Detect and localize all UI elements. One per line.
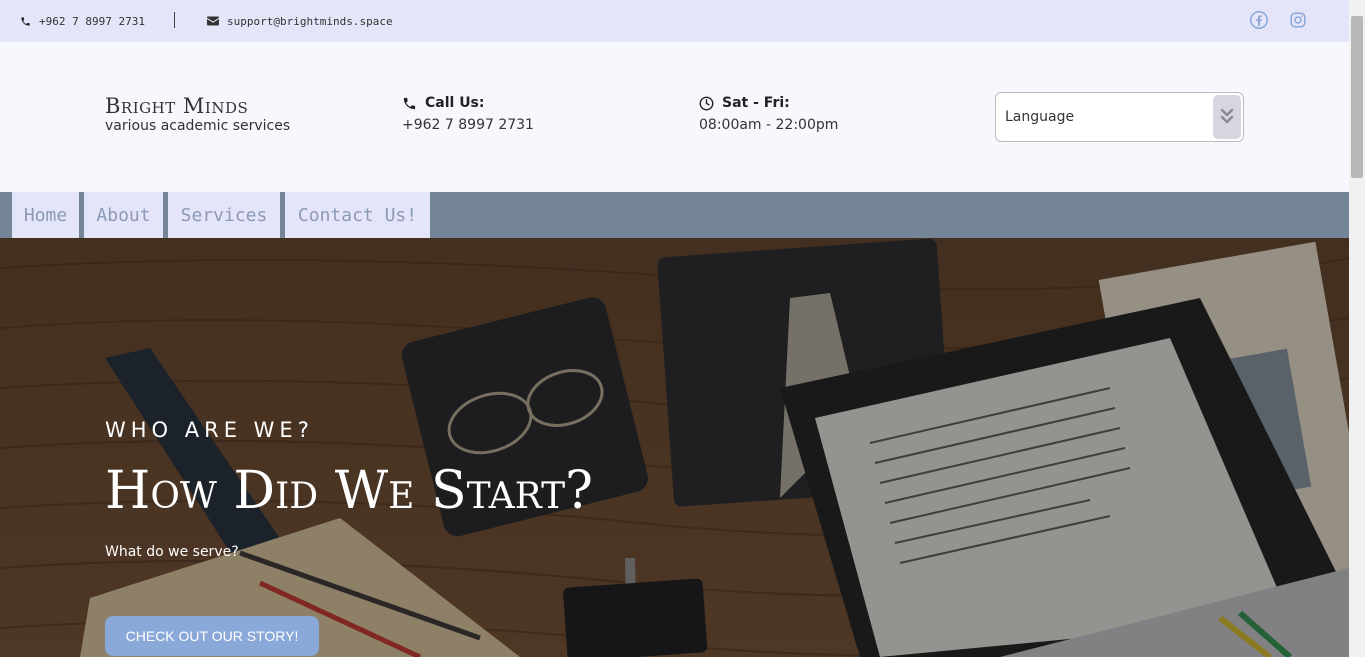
- topbar-phone[interactable]: +962 7 8997 2731: [20, 0, 145, 42]
- site-header: Bright Minds various academic services C…: [0, 42, 1349, 192]
- main-nav: Home About Services Contact Us!: [0, 192, 1349, 238]
- chevron-double-down-icon[interactable]: [1213, 95, 1241, 139]
- brand[interactable]: Bright Minds various academic services: [105, 94, 290, 134]
- nav-item-services[interactable]: Services: [168, 192, 280, 238]
- phone-icon: [403, 97, 416, 109]
- topbar-email-text: support@brightminds.space: [227, 14, 393, 28]
- topbar-email[interactable]: support@brightminds.space: [207, 0, 393, 42]
- clock-icon: [699, 96, 714, 110]
- nav-item-contact[interactable]: Contact Us!: [285, 192, 430, 238]
- hero-subtitle: What do we serve?: [105, 544, 239, 560]
- scrollbar-thumb[interactable]: [1351, 16, 1363, 178]
- call-us-label: Call Us:: [425, 95, 485, 111]
- instagram-icon[interactable]: [1289, 11, 1307, 29]
- topbar-phone-text: +962 7 8997 2731: [39, 14, 145, 28]
- opening-hours: 08:00am - 22:00pm: [699, 117, 839, 133]
- nav-item-home[interactable]: Home: [12, 192, 79, 238]
- envelope-icon: [207, 16, 219, 26]
- language-select[interactable]: Language: [995, 92, 1244, 142]
- brand-subtitle: various academic services: [105, 118, 291, 134]
- hero-eyebrow: WHO ARE WE?: [105, 418, 314, 442]
- hero-overlay: [0, 238, 1349, 657]
- hero-title: How Did We Start?: [105, 461, 593, 521]
- opening-days-label: Sat - Fri:: [722, 95, 790, 111]
- hero-section: WHO ARE WE? How Did We Start? What do we…: [0, 238, 1349, 657]
- opening-hours-block: Sat - Fri: 08:00am - 22:00pm: [699, 94, 838, 134]
- nav-item-about[interactable]: About: [84, 192, 163, 238]
- page-scrollbar[interactable]: [1349, 0, 1365, 657]
- language-select-value: Language: [1005, 109, 1075, 125]
- call-us-block: Call Us: +962 7 8997 2731: [402, 94, 534, 134]
- brand-title: Bright Minds: [105, 94, 249, 118]
- call-us-number: +962 7 8997 2731: [402, 117, 534, 133]
- phone-icon: [21, 16, 30, 26]
- top-bar: +962 7 8997 2731 support@brightminds.spa…: [0, 0, 1349, 42]
- check-out-story-button[interactable]: CHECK OUT OUR STORY!: [105, 616, 319, 656]
- topbar-divider: [174, 12, 175, 28]
- facebook-icon[interactable]: [1250, 11, 1268, 29]
